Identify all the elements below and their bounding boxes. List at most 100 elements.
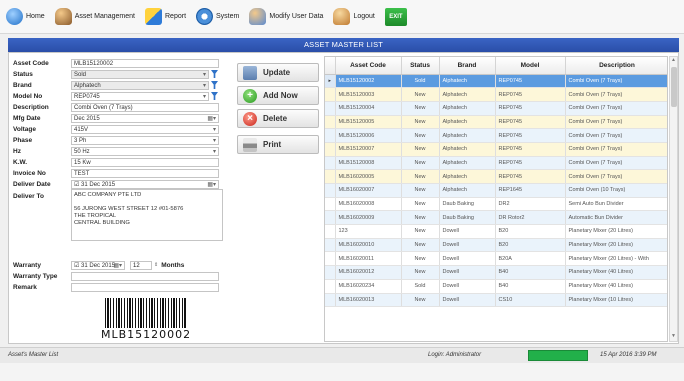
cell-description[interactable]: Combi Oven (10 Trays) [565,183,667,198]
update-button[interactable]: Update [237,63,319,82]
cell-description[interactable]: Planetary Mixer (40 Litres) [565,265,667,280]
cell-model[interactable]: B20A [495,251,566,267]
cell-status[interactable]: New [401,224,440,239]
cell-description[interactable]: Combi Oven (7 Trays) [565,74,667,89]
cell-model[interactable]: B20 [495,224,566,239]
cell-asset-code[interactable]: MLB16020010 [335,238,402,253]
deliver-date-field[interactable]: ☑ 31 Dec 2015 ▦▾ [71,179,219,189]
cell-status[interactable]: New [401,210,440,226]
calendar-icon[interactable]: ▦▾ [207,115,216,122]
calendar-icon[interactable]: ▦▾ [207,181,216,188]
table-row[interactable]: MLB16020009 New Daub Baking DR Rotor2 Automa… [325,210,667,226]
cell-brand[interactable]: Alphatech [439,156,496,171]
cell-status[interactable]: New [401,142,440,157]
cell-model[interactable]: B20 [495,238,566,253]
table-row[interactable]: MLB16020011 New Dowell B20A Planetary Mixer … [325,251,667,267]
table-row[interactable]: MLB16020012 New Dowell B40 Planetary Mixer (… [325,265,667,280]
scroll-up-icon[interactable]: ▲ [670,57,677,65]
cell-brand[interactable]: Alphatech [439,87,496,102]
toolbar-system[interactable]: System [196,8,239,25]
cell-asset-code[interactable]: MLB15120004 [335,101,402,116]
cell-brand[interactable]: Alphatech [439,74,496,89]
cell-status[interactable]: New [401,238,440,253]
warranty-count-field[interactable]: 12 [130,260,152,270]
table-row[interactable]: ▸ MLB15120002 Sold Alphatech REP0745 Combi Ov… [325,74,667,89]
cell-description[interactable]: Automatic Bun Divider [565,210,667,226]
cell-model[interactable]: REP0745 [495,101,566,116]
toolbar-report[interactable]: Report [145,8,186,25]
row-indicator[interactable] [325,101,336,116]
filter-icon[interactable] [211,92,218,100]
cell-model[interactable]: DR Rotor2 [495,210,566,226]
deliver-to-textarea[interactable]: ABC COMPANY PTE LTD 56 JURONG WEST STREE… [71,189,223,241]
cell-description[interactable]: Combi Oven (7 Trays) [565,115,667,130]
cell-asset-code[interactable]: 123 [335,224,402,239]
table-row[interactable]: MLB15120008 New Alphatech REP0745 Combi Oven… [325,156,667,171]
cell-model[interactable]: REP0745 [495,128,566,143]
cell-model[interactable]: CS10 [495,293,566,308]
cell-description[interactable]: Combi Oven (7 Trays) [565,128,667,143]
cell-description[interactable]: Planetary Mixer (20 Litres) [565,224,667,239]
column-header-asset-code[interactable]: Asset Code [335,57,402,75]
cell-status[interactable]: New [401,265,440,280]
table-row[interactable]: MLB16020007 New Alphatech REP1645 Combi Oven… [325,183,667,198]
cell-brand[interactable]: Alphatech [439,115,496,130]
cell-brand[interactable]: Alphatech [439,128,496,143]
filter-icon[interactable] [211,81,218,89]
cell-asset-code[interactable]: MLB16020013 [335,293,402,308]
row-indicator[interactable] [325,115,336,130]
cell-model[interactable]: B40 [495,265,566,280]
row-indicator[interactable] [325,251,336,267]
cell-asset-code[interactable]: MLB16020005 [335,169,402,184]
brand-select[interactable]: Alphatech [71,80,209,90]
cell-asset-code[interactable]: MLB16020007 [335,183,402,198]
cell-model[interactable]: REP0745 [495,156,566,171]
cell-description[interactable]: Planetary Mixer (20 Litres) [565,238,667,253]
cell-brand[interactable]: Alphatech [439,169,496,184]
cell-model[interactable]: REP0745 [495,142,566,157]
column-header-model[interactable]: Model [495,57,566,75]
table-row[interactable]: MLB16020005 New Alphatech REP0745 Combi Oven… [325,169,667,184]
cell-status[interactable]: New [401,183,440,198]
hz-select[interactable]: 50 Hz [71,146,219,156]
cell-model[interactable]: REP1645 [495,183,566,198]
cell-description[interactable]: Combi Oven (7 Trays) [565,169,667,184]
cell-asset-code[interactable]: MLB15120006 [335,128,402,143]
cell-brand[interactable]: Daub Baking [439,197,496,212]
row-indicator[interactable] [325,128,336,143]
cell-asset-code[interactable]: MLB16020008 [335,197,402,212]
scroll-thumb[interactable] [671,67,677,107]
cell-brand[interactable]: Dowell [439,279,496,294]
delete-button[interactable]: Delete [237,109,319,128]
toolbar-home[interactable]: Home [6,8,45,25]
column-header-status[interactable]: Status [401,57,440,75]
cell-asset-code[interactable]: MLB15120007 [335,142,402,157]
toolbar-asset-management[interactable]: Asset Management [54,8,135,25]
kw-field[interactable]: 15 Kw [71,157,219,167]
cell-model[interactable]: REP0745 [495,74,566,89]
cell-brand[interactable]: Dowell [439,293,496,308]
print-button[interactable]: Print [237,135,319,154]
model-select[interactable]: REP0745 [71,91,209,101]
row-indicator[interactable] [325,169,336,184]
table-row[interactable]: MLB15120006 New Alphatech REP0745 Combi Oven… [325,128,667,143]
table-row[interactable]: MLB16020234 Sold Dowell B40 Planetary Mixer … [325,279,667,294]
voltage-select[interactable]: 415V [71,124,219,134]
warranty-date-field[interactable]: ☑ 31 Dec 2015 ▦▾ [71,260,125,270]
scroll-down-icon[interactable]: ▼ [670,333,677,341]
toolbar-logout[interactable]: Logout [333,8,375,25]
row-indicator[interactable] [325,265,336,280]
row-indicator[interactable] [325,224,336,239]
cell-description[interactable]: Combi Oven (7 Trays) [565,87,667,102]
cell-brand[interactable]: Dowell [439,238,496,253]
cell-model[interactable]: REP0745 [495,87,566,102]
cell-asset-code[interactable]: MLB16020234 [335,279,402,294]
cell-asset-code[interactable]: MLB15120003 [335,87,402,102]
table-row[interactable]: MLB15120004 New Alphatech REP0745 Combi Oven… [325,101,667,116]
asset-code-field[interactable]: MLB15120002 [71,58,219,68]
cell-status[interactable]: New [401,101,440,116]
row-indicator[interactable] [325,293,336,308]
cell-asset-code[interactable]: MLB16020011 [335,251,402,267]
table-row[interactable]: MLB16020013 New Dowell CS10 Planetary Mixer … [325,293,667,308]
cell-status[interactable]: New [401,251,440,267]
